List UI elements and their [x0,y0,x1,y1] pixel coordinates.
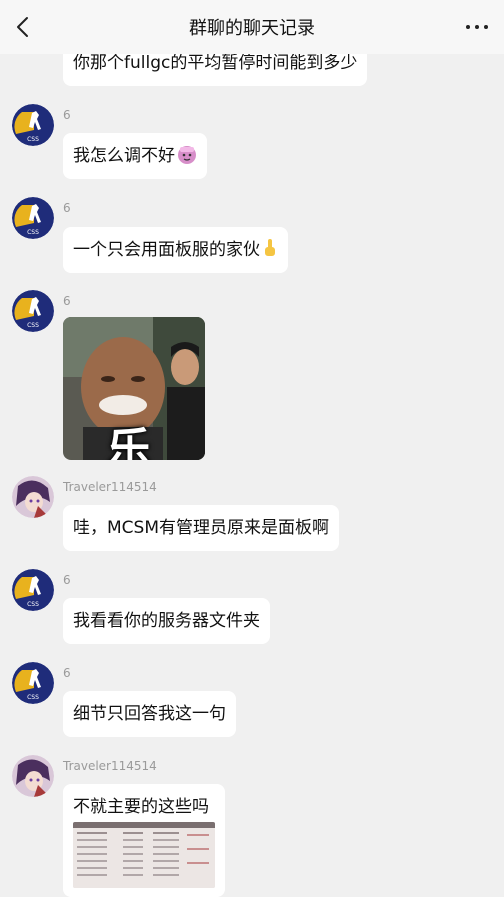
more-dots-icon [464,23,490,42]
svg-text:CSS: CSS [27,694,39,701]
svg-text:CSS: CSS [27,601,39,608]
sender-name: 6 [63,573,71,587]
emoji-face-icon [177,144,197,171]
message-bubble[interactable]: 我怎么调不好 [63,133,207,179]
svg-text:CSS: CSS [27,136,39,143]
sticker-image[interactable]: 乐 [63,317,205,460]
page-title: 群聊的聊天记录 [189,18,315,39]
svg-text:CSS: CSS [27,322,39,329]
top-bar: 群聊的聊天记录 [0,0,504,54]
sender-name: 6 [63,666,71,680]
message-bubble[interactable]: 哇，MCSM有管理员原来是面板啊 [63,505,339,551]
message-text: 我怎么调不好 [73,146,175,166]
chevron-left-icon [10,17,38,45]
sender-name: 6 [63,201,71,215]
avatar[interactable]: CSS [12,290,54,332]
message-text: 不就主要的这些吗 [73,797,209,817]
sender-name: 6 [63,108,71,122]
message-bubble[interactable]: 细节只回答我这一句 [63,691,236,737]
message-text: 我看看你的服务器文件夹 [73,611,260,631]
svg-text:CSS: CSS [27,229,39,236]
message-bubble[interactable]: 我看看你的服务器文件夹 [63,598,270,644]
message-card[interactable]: 不就主要的这些吗 [63,784,225,897]
message-text: 你那个fullgc的平均暂停时间能到多少 [73,53,358,73]
message-text: 一个只会用面板服的家伙 [73,240,260,260]
sender-name: Traveler114514 [63,480,157,494]
back-button[interactable] [10,13,38,41]
message-text: 细节只回答我这一句 [73,704,226,724]
avatar[interactable]: CSS [12,662,54,704]
pointing-finger-icon [262,238,278,265]
avatar[interactable]: CSS [12,104,54,146]
chat-feed: 你那个fullgc的平均暂停时间能到多少 CSS 6 我怎么调不好 CSS 6 … [0,0,504,897]
avatar[interactable]: CSS [12,569,54,611]
sender-name: 6 [63,294,71,308]
sender-name: Traveler114514 [63,759,157,773]
sticker-caption: 乐 [107,424,151,460]
avatar[interactable] [12,476,54,518]
message-text: 哇，MCSM有管理员原来是面板啊 [73,518,329,538]
message-bubble[interactable]: 一个只会用面板服的家伙 [63,227,288,273]
screenshot-thumbnail[interactable] [73,822,215,888]
avatar[interactable]: CSS [12,197,54,239]
avatar[interactable] [12,755,54,797]
more-options-button[interactable] [464,16,490,38]
